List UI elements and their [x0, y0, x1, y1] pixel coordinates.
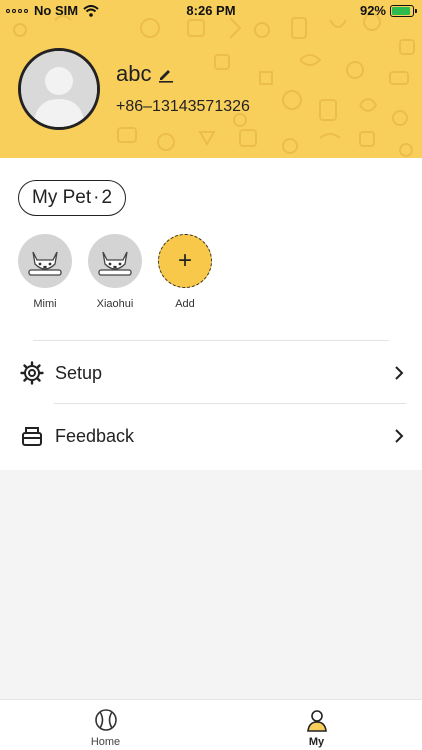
pet-name: Xiaohui [96, 298, 134, 310]
my-pet-label: My Pet [32, 187, 92, 208]
setup-label: Setup [55, 362, 103, 383]
default-avatar-icon [21, 51, 97, 127]
divider [33, 340, 389, 341]
status-time: 8:26 PM [186, 3, 236, 18]
phone-number: +86–13143571326 [116, 98, 250, 115]
tab-home-label: Home [90, 736, 121, 748]
add-pet-button[interactable]: + Add [158, 234, 212, 310]
dog-icon [28, 251, 62, 276]
tennis-ball-icon [94, 709, 117, 731]
edit-icon[interactable] [157, 65, 175, 83]
gear-icon [20, 361, 44, 385]
chevron-right-icon [395, 429, 404, 443]
profile-panel: My Pet · 2 Mimi Xiaohui + Add Setup Feed… [0, 158, 422, 470]
tab-bar: Home My [0, 699, 422, 750]
battery-icon [390, 4, 417, 17]
pet-list: Mimi Xiaohui + Add [18, 234, 212, 310]
tab-home[interactable]: Home [0, 700, 211, 750]
feedback-label: Feedback [55, 425, 135, 446]
my-pet-separator: · [93, 187, 100, 208]
dog-icon [98, 251, 132, 276]
plus-icon: + [158, 234, 212, 288]
tab-my-label: My [308, 736, 325, 748]
user-avatar[interactable] [18, 48, 100, 130]
inbox-icon [22, 427, 42, 446]
status-bar: No SIM 8:26 PM 92% [0, 0, 422, 22]
pet-avatar [18, 234, 72, 288]
username: abc [116, 61, 152, 86]
pet-item-xiaohui[interactable]: Xiaohui [88, 234, 142, 310]
chevron-right-icon [395, 366, 404, 380]
pet-item-mimi[interactable]: Mimi [18, 234, 72, 310]
add-pet-label: Add [175, 298, 195, 310]
person-icon [306, 710, 327, 732]
battery-percent: 92% [359, 3, 386, 18]
my-pet-badge: My Pet · 2 [18, 180, 127, 216]
divider [54, 403, 406, 404]
feedback-row[interactable]: Feedback [0, 411, 422, 461]
setup-row[interactable]: Setup [0, 348, 422, 398]
tab-my[interactable]: My [211, 700, 422, 750]
pet-name: Mimi [33, 298, 57, 310]
my-pet-count: 2 [101, 187, 113, 208]
profile-header: No SIM 8:26 PM 92% abc +86–13143571326 [0, 0, 422, 158]
pet-avatar [88, 234, 142, 288]
